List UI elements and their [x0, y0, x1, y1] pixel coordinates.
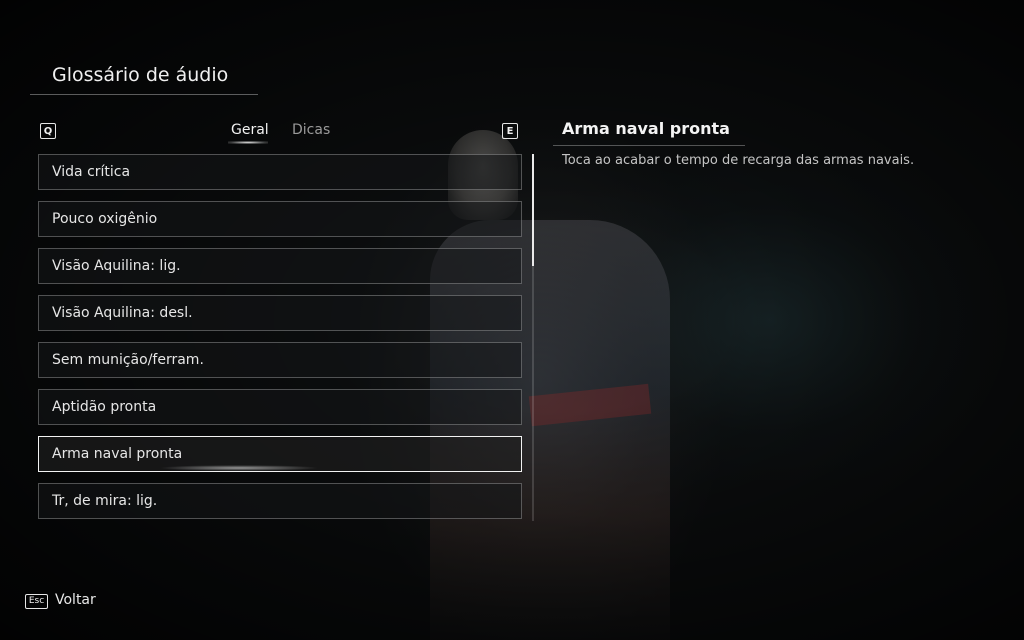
esc-key[interactable]: Esc — [25, 594, 48, 609]
detail-title: Arma naval pronta — [562, 119, 730, 138]
detail-description: Toca ao acabar o tempo de recarga das ar… — [562, 153, 915, 168]
title-divider — [30, 94, 258, 95]
list-item[interactable]: Visão Aquilina: desl. — [38, 295, 522, 331]
list-item[interactable]: Tr, de mira: lig. — [38, 483, 522, 519]
list-item[interactable]: Pouco oxigênio — [38, 201, 522, 237]
list-item[interactable]: Sem munição/ferram. — [38, 342, 522, 378]
list-item[interactable]: Aptidão pronta — [38, 389, 522, 425]
selection-highlight — [159, 465, 319, 471]
list-item-label: Arma naval pronta — [52, 446, 183, 462]
audio-glossary-list: Vida crítica Pouco oxigênio Visão Aquili… — [38, 154, 522, 530]
page-title: Glossário de áudio — [52, 64, 229, 86]
next-tab-key[interactable]: E — [502, 123, 518, 139]
tab-dicas[interactable]: Dicas — [292, 122, 330, 138]
list-item[interactable]: Vida crítica — [38, 154, 522, 190]
prev-tab-key[interactable]: Q — [40, 123, 56, 139]
back-button[interactable]: Voltar — [55, 592, 96, 608]
list-item[interactable]: Visão Aquilina: lig. — [38, 248, 522, 284]
active-tab-indicator — [228, 141, 268, 144]
tab-geral[interactable]: Geral — [231, 122, 269, 138]
detail-divider — [553, 145, 745, 146]
scrollbar-thumb[interactable] — [532, 154, 534, 266]
list-item-selected[interactable]: Arma naval pronta — [38, 436, 522, 472]
